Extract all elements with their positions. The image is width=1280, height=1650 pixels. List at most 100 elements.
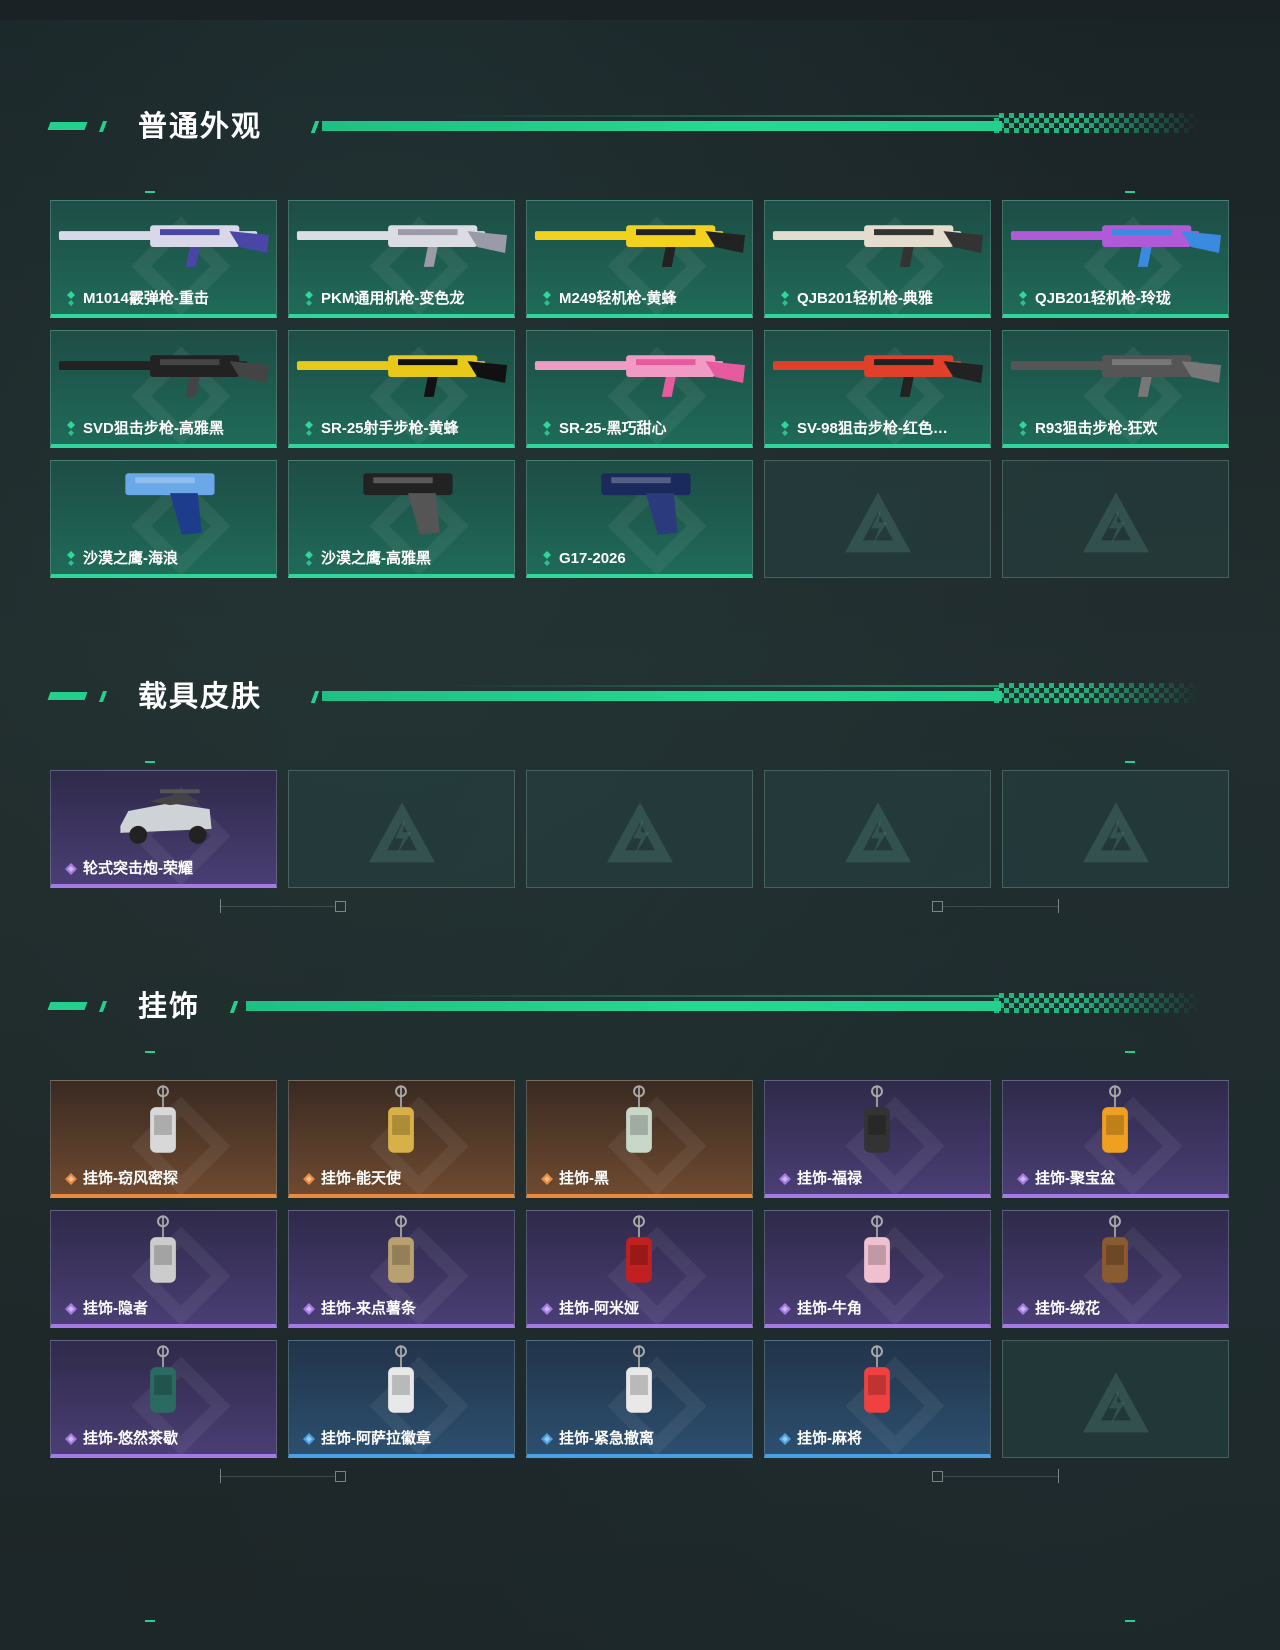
header-line (246, 1001, 1001, 1011)
charm-icon (1102, 1215, 1128, 1283)
item-card[interactable]: 沙漠之鹰-高雅黑 (288, 460, 515, 578)
item-card[interactable]: 挂饰-隐者 (50, 1210, 277, 1328)
item-name: 挂饰-阿萨拉徽章 (321, 1430, 431, 1447)
rarity-purple-icon (779, 1173, 791, 1185)
item-name: M1014霰弹枪-重击 (83, 290, 209, 307)
item-card[interactable]: 挂饰-阿萨拉徽章 (288, 1340, 515, 1458)
item-card[interactable]: R93狙击步枪-狂欢 (1002, 330, 1229, 448)
section-title: 挂饰 (138, 991, 201, 1023)
item-card[interactable]: 挂饰-麻将 (764, 1340, 991, 1458)
item-card[interactable]: M1014霰弹枪-重击 (50, 200, 277, 318)
vehicle-icon (120, 789, 212, 844)
top-bar (0, 0, 1280, 20)
item-card[interactable]: 轮式突击炮-荣耀 (50, 770, 277, 888)
rarity-purple-icon (1017, 1173, 1029, 1185)
placeholder-logo-icon (844, 492, 911, 553)
item-name: 挂饰-隐者 (83, 1300, 148, 1317)
header-line (322, 121, 1002, 131)
item-name: G17-2026 (559, 550, 626, 567)
item-card[interactable]: 挂饰-黑 (526, 1080, 753, 1198)
rarity-green-icon (67, 421, 75, 436)
item-name: 挂饰-黑 (559, 1170, 609, 1187)
frame-line (943, 1476, 1058, 1477)
section-header: 普通外观 (0, 110, 1280, 150)
item-card[interactable]: M249轻机枪-黄蜂 (526, 200, 753, 318)
item-card[interactable]: SVD狙击步枪-高雅黑 (50, 330, 277, 448)
item-name: 挂饰-福禄 (797, 1170, 862, 1187)
item-name: 挂饰-阿米娅 (559, 1300, 639, 1317)
item-name: 挂饰-绒花 (1035, 1300, 1100, 1317)
item-card[interactable]: G17-2026 (526, 460, 753, 578)
frame-corner-box (932, 1471, 943, 1482)
item-card[interactable]: 挂饰-悠然茶歇 (50, 1340, 277, 1458)
rarity-purple-icon (65, 863, 77, 875)
frame-line (220, 1476, 335, 1477)
frame-corner-box (335, 1471, 346, 1482)
item-card[interactable]: 挂饰-窃风密探 (50, 1080, 277, 1198)
charm-icon (864, 1215, 890, 1283)
item-name: 沙漠之鹰-海浪 (83, 550, 178, 567)
item-name: SVD狙击步枪-高雅黑 (83, 420, 224, 437)
item-card[interactable]: 挂饰-来点薯条 (288, 1210, 515, 1328)
frame-tick (220, 899, 221, 913)
item-card[interactable]: PKM通用机枪-变色龙 (288, 200, 515, 318)
item-card[interactable]: 挂饰-能天使 (288, 1080, 515, 1198)
charm-icon (626, 1085, 652, 1153)
rarity-green-icon (305, 551, 313, 566)
item-name: PKM通用机枪-变色龙 (321, 290, 465, 307)
rarity-green-icon (67, 291, 75, 306)
item-card[interactable]: SV-98狙击步枪-红色… (764, 330, 991, 448)
header-line (322, 691, 1002, 701)
item-card[interactable]: SR-25射手步枪-黄蜂 (288, 330, 515, 448)
placeholder-logo-icon (844, 802, 911, 863)
item-name: 挂饰-麻将 (797, 1430, 862, 1447)
item-card[interactable]: QJB201轻机枪-典雅 (764, 200, 991, 318)
item-card[interactable]: 沙漠之鹰-海浪 (50, 460, 277, 578)
frame-corner-box (932, 901, 943, 912)
rarity-purple-icon (779, 1303, 791, 1315)
rarity-green-icon (781, 421, 789, 436)
empty-slot (1002, 460, 1229, 578)
tick-mark (145, 761, 155, 763)
item-card[interactable]: 挂饰-阿米娅 (526, 1210, 753, 1328)
item-name: 挂饰-窃风密探 (83, 1170, 178, 1187)
charm-icon (150, 1345, 176, 1413)
header-slash (310, 121, 320, 133)
item-card[interactable]: SR-25-黑巧甜心 (526, 330, 753, 448)
header-accent-slash (98, 691, 108, 702)
header-thin-line (442, 685, 1002, 687)
item-card[interactable]: 挂饰-紧急撤离 (526, 1340, 753, 1458)
section-header: 载具皮肤 (0, 680, 1280, 720)
item-card[interactable]: 挂饰-绒花 (1002, 1210, 1229, 1328)
item-card[interactable]: QJB201轻机枪-玲珑 (1002, 200, 1229, 318)
pistol-icon (363, 473, 453, 535)
section-header: 挂饰 (0, 990, 1280, 1030)
tick-mark (145, 191, 155, 193)
item-card[interactable]: 挂饰-牛角 (764, 1210, 991, 1328)
item-card[interactable]: 挂饰-聚宝盆 (1002, 1080, 1229, 1198)
placeholder-logo-icon (1082, 802, 1149, 863)
empty-slot (764, 770, 991, 888)
machine-gun-icon (534, 225, 746, 267)
charm-icon (388, 1215, 414, 1283)
empty-slot (1002, 1340, 1229, 1458)
charm-icon (626, 1215, 652, 1283)
tick-mark (1125, 1620, 1135, 1622)
header-thin-line (366, 995, 1001, 997)
tick-mark (145, 1051, 155, 1053)
header-checker-pattern (994, 683, 1199, 703)
tick-mark (1125, 1051, 1135, 1053)
rifle-icon (296, 355, 508, 397)
header-accent-bar (47, 122, 88, 130)
item-name: QJB201轻机枪-典雅 (797, 290, 933, 307)
rarity-green-icon (67, 551, 75, 566)
item-card[interactable]: 挂饰-福禄 (764, 1080, 991, 1198)
rarity-green-icon (305, 291, 313, 306)
machine-gun-icon (296, 225, 508, 267)
rarity-blue-icon (779, 1433, 791, 1445)
header-checker-pattern (994, 113, 1199, 133)
tick-mark (1125, 191, 1135, 193)
frame-line (220, 906, 335, 907)
item-name: 挂饰-悠然茶歇 (83, 1430, 178, 1447)
rarity-green-icon (781, 291, 789, 306)
